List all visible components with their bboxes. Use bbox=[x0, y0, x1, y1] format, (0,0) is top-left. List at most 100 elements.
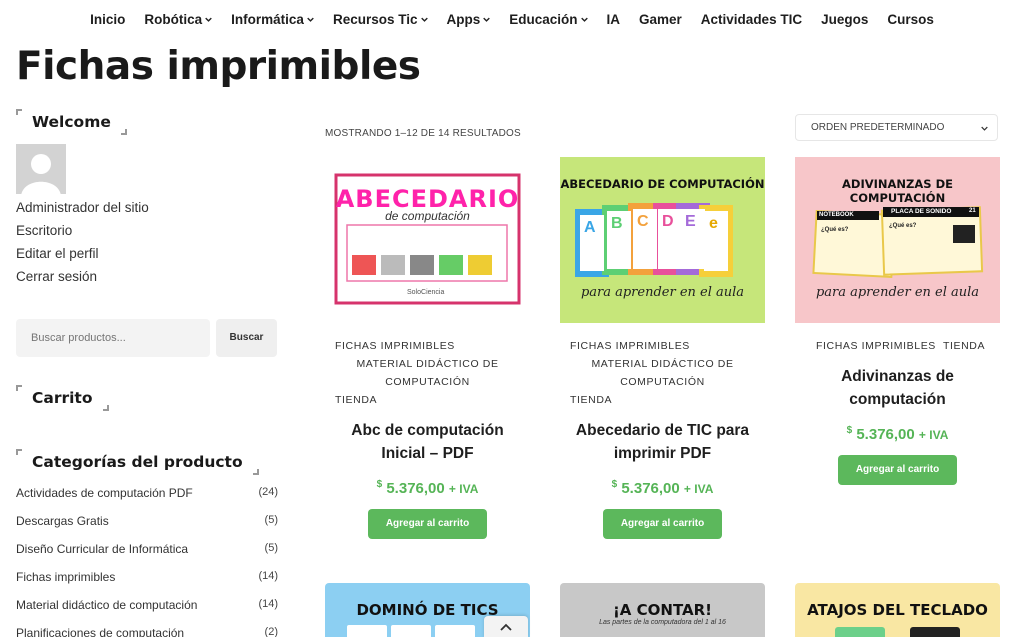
product-title-line: Abc de computación bbox=[351, 422, 504, 439]
category-name: Planificaciones de computación bbox=[16, 626, 185, 637]
product-image-letter: E bbox=[685, 213, 696, 230]
product-image-card-label: NOTEBOOK bbox=[819, 212, 854, 218]
category-item[interactable]: Diseño Curricular de Informática (5) bbox=[16, 542, 278, 570]
nav-item-inicio[interactable]: Inicio bbox=[81, 12, 135, 27]
product-image[interactable]: ABECEDARIO DE COMPUTACIÓN A B C D E e pa… bbox=[560, 157, 765, 323]
category-name: Descargas Gratis bbox=[16, 514, 109, 528]
category-item[interactable]: Planificaciones de computación (2) bbox=[16, 626, 278, 637]
user-link-logout[interactable]: Cerrar sesión bbox=[16, 268, 149, 291]
nav-item-apps[interactable]: Apps bbox=[437, 12, 500, 27]
category-count: (5) bbox=[264, 542, 278, 554]
nav-item-label: IA bbox=[606, 11, 621, 27]
product-image-subtitle: de computación bbox=[385, 209, 470, 223]
image-detail bbox=[391, 625, 431, 637]
nav-item-label: Recursos Tic bbox=[332, 11, 418, 27]
nav-item-juegos[interactable]: Juegos bbox=[812, 12, 878, 27]
product-search-input[interactable] bbox=[16, 319, 210, 357]
currency-symbol: $ bbox=[846, 425, 853, 436]
category-count: (5) bbox=[264, 514, 278, 526]
tax-label: + IVA bbox=[683, 482, 714, 496]
nav-item-robótica[interactable]: Robótica bbox=[135, 12, 222, 27]
product-image[interactable]: ADIVINANZAS DE COMPUTACIÓN NOTEBOOK PLAC… bbox=[795, 157, 1000, 323]
product-category-link[interactable]: TIENDA bbox=[570, 391, 755, 409]
user-link-dashboard[interactable]: Escritorio bbox=[16, 222, 149, 245]
page-title: Fichas imprimibles bbox=[16, 44, 421, 89]
nav-item-recursos-tic[interactable]: Recursos Tic bbox=[323, 12, 437, 27]
product-image-letter: A bbox=[584, 219, 596, 236]
category-name: Fichas imprimibles bbox=[16, 570, 116, 584]
nav-item-cursos[interactable]: Cursos bbox=[878, 12, 944, 27]
product-image[interactable]: ABECEDARIO de computación SoloCiencia bbox=[325, 157, 530, 323]
categories-title-text: Categorías del producto bbox=[32, 453, 243, 471]
corner-decoration bbox=[16, 449, 22, 455]
product-image-brand: SoloCiencia bbox=[407, 289, 445, 296]
product-category-link[interactable]: COMPUTACIÓN bbox=[335, 373, 520, 391]
nav-item-label: Robótica bbox=[144, 11, 203, 27]
product-image-letter: e bbox=[709, 215, 718, 232]
product-price: $ 5.376,00 + IVA bbox=[325, 479, 530, 497]
nav-item-informática[interactable]: Informática bbox=[222, 12, 324, 27]
add-to-cart-button[interactable]: Agregar al carrito bbox=[838, 455, 957, 485]
product-category-link[interactable]: COMPUTACIÓN bbox=[570, 373, 755, 391]
categories-widget-title: Categorías del producto bbox=[16, 449, 259, 475]
user-link-admin[interactable]: Administrador del sitio bbox=[16, 199, 149, 222]
product-category-link[interactable]: TIENDA bbox=[335, 391, 520, 409]
nav-item-label: Gamer bbox=[639, 11, 682, 27]
product-image-letter: B bbox=[611, 215, 623, 232]
product-category-link[interactable]: TIENDA bbox=[943, 340, 985, 352]
scroll-to-top-button[interactable] bbox=[484, 616, 528, 637]
product-title-line: computación bbox=[849, 391, 946, 408]
product-image-subtitle: Las partes de la computadora del 1 al 16 bbox=[599, 619, 726, 626]
category-item[interactable]: Material didáctico de computación (14) bbox=[16, 598, 278, 626]
product-category-link[interactable]: FICHAS IMPRIMIBLES bbox=[816, 340, 936, 352]
product-image-title: ¡A CONTAR! bbox=[612, 601, 713, 619]
welcome-title-text: Welcome bbox=[32, 113, 111, 131]
product-category-link[interactable]: MATERIAL DIDÁCTICO DE bbox=[335, 355, 520, 373]
user-links: Administrador del sitio Escritorio Edita… bbox=[16, 199, 149, 291]
product-image-letter: C bbox=[637, 213, 649, 230]
product-image-title: ATAJOS DEL TECLADO bbox=[807, 601, 988, 619]
nav-item-label: Actividades TIC bbox=[700, 11, 803, 27]
currency-symbol: $ bbox=[611, 479, 618, 490]
category-count: (14) bbox=[258, 570, 278, 582]
sort-order-select[interactable]: ORDEN PREDETERMINADO bbox=[795, 114, 998, 141]
user-link-edit-profile[interactable]: Editar el perfil bbox=[16, 245, 149, 268]
chevron-down-icon bbox=[580, 16, 588, 23]
product-price: $ 5.376,00 + IVA bbox=[560, 479, 765, 497]
chevron-down-icon bbox=[307, 16, 314, 23]
product-title[interactable]: Abecedario de TIC para imprimir PDF bbox=[560, 419, 765, 465]
tax-label: + IVA bbox=[448, 482, 479, 496]
product-category-link[interactable]: FICHAS IMPRIMIBLES bbox=[335, 337, 520, 355]
main-nav: Inicio Robótica Informática Recursos Tic App… bbox=[0, 0, 1024, 38]
corner-decoration bbox=[252, 469, 259, 475]
product-title[interactable]: Abc de computación Inicial – PDF bbox=[325, 419, 530, 465]
add-to-cart-button[interactable]: Agregar al carrito bbox=[368, 509, 487, 539]
category-item[interactable]: Actividades de computación PDF (24) bbox=[16, 486, 278, 514]
image-detail bbox=[910, 627, 960, 637]
price-value: 5.376,00 bbox=[621, 480, 680, 497]
product-image-question: ¿Qué es? bbox=[821, 227, 849, 233]
chevron-down-icon bbox=[420, 16, 428, 23]
nav-item-ia[interactable]: IA bbox=[597, 12, 630, 27]
cart-widget-title: Carrito bbox=[16, 385, 109, 411]
search-button[interactable]: Buscar bbox=[216, 319, 277, 357]
product-category-link[interactable]: FICHAS IMPRIMIBLES bbox=[570, 337, 755, 355]
avatar[interactable] bbox=[16, 144, 66, 194]
nav-item-educación[interactable]: Educación bbox=[500, 12, 597, 27]
product-card-partial[interactable]: ATAJOS DEL TECLADO bbox=[795, 583, 1000, 637]
category-name: Material didáctico de computación bbox=[16, 598, 198, 612]
category-item[interactable]: Fichas imprimibles (14) bbox=[16, 570, 278, 598]
product-category-link[interactable]: MATERIAL DIDÁCTICO DE bbox=[570, 355, 755, 373]
product-card-partial[interactable]: ¡A CONTAR! Las partes de la computadora … bbox=[560, 583, 765, 637]
nav-item-gamer[interactable]: Gamer bbox=[630, 12, 692, 27]
product-image-letter: D bbox=[662, 213, 674, 230]
product-image-title: ABECEDARIO DE COMPUTACIÓN bbox=[560, 177, 765, 191]
category-item[interactable]: Descargas Gratis (5) bbox=[16, 514, 278, 542]
nav-item-actividades-tic[interactable]: Actividades TIC bbox=[691, 12, 811, 27]
tax-label: + IVA bbox=[918, 428, 949, 442]
product-title[interactable]: Adivinanzas de computación bbox=[795, 365, 1000, 411]
add-to-cart-button[interactable]: Agregar al carrito bbox=[603, 509, 722, 539]
product-title-line: Inicial – PDF bbox=[381, 445, 474, 462]
result-count: MOSTRANDO 1–12 DE 14 RESULTADOS bbox=[325, 128, 521, 139]
product-title-line: imprimir PDF bbox=[613, 445, 712, 462]
